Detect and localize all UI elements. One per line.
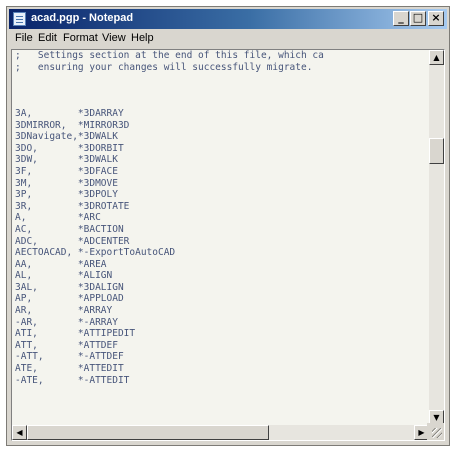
menu-view[interactable]: View [102,32,126,44]
text-line: 3DW, *3DWALK [15,154,118,166]
title-bar[interactable]: acad.pgp - Notepad _ □ × [9,9,447,29]
window-title: acad.pgp - Notepad [31,12,134,24]
text-line: 3M, *3DMOVE [15,177,118,189]
text-line: 3P, *3DPOLY [15,189,118,201]
text-line: ; Settings section at the end of this fi… [15,50,324,61]
editor-text[interactable]: ; Settings section at the end of this fi… [15,50,429,414]
horizontal-scroll-thumb[interactable] [27,425,269,440]
text-line: ; ensuring your changes will successfull… [15,61,313,73]
text-line: 3R, *3DROTATE [15,200,130,212]
minimize-button[interactable]: _ [393,11,409,26]
notepad-window: acad.pgp - Notepad _ □ × File Edit Forma… [6,6,450,446]
text-line: ATE, *ATTEDIT [15,363,124,375]
scroll-up-icon[interactable]: ▲ [429,50,444,65]
maximize-button[interactable]: □ [410,11,426,26]
text-line: 3DNavigate,*3DWALK [15,131,118,143]
notepad-icon[interactable] [13,12,26,26]
size-grip[interactable] [427,423,444,440]
text-editor[interactable]: ; Settings section at the end of this fi… [11,49,445,441]
text-line [15,96,429,108]
menu-edit[interactable]: Edit [38,32,57,44]
scroll-left-icon[interactable]: ◀ [12,425,27,440]
text-line: A, *ARC [15,212,101,224]
text-line: -AR, *-ARRAY [15,316,118,328]
menu-bar: File Edit Format View Help [9,30,447,48]
text-line: -ATE, *-ATTEDIT [15,374,130,386]
text-line: ATT, *ATTDEF [15,339,118,351]
text-line: ADC, *ADCENTER [15,235,130,247]
vertical-scrollbar[interactable]: ▲ ▼ [429,50,444,425]
text-line: 3A, *3DARRAY [15,107,124,119]
menu-file[interactable]: File [15,32,33,44]
text-line [15,85,429,97]
text-line: ATI, *ATTIPEDIT [15,328,136,340]
text-line: 3DMIRROR, *MIRROR3D [15,119,130,131]
text-line: 3AL, *3DALIGN [15,281,124,293]
text-line: AECTOACAD, *-ExportToAutoCAD [15,247,176,259]
text-line: AC, *BACTION [15,223,124,235]
text-line: AA, *AREA [15,258,107,270]
text-line: AP, *APPLOAD [15,293,124,305]
text-line: AL, *ALIGN [15,270,113,282]
vertical-scroll-thumb[interactable] [429,138,444,164]
menu-help[interactable]: Help [131,32,154,44]
text-line [15,73,429,85]
text-line: -ATT, *-ATTDEF [15,351,124,363]
horizontal-scrollbar[interactable]: ◀ ▶ [12,425,429,440]
menu-format[interactable]: Format [63,32,98,44]
close-button[interactable]: × [428,11,444,26]
text-line: AR, *ARRAY [15,305,113,317]
text-line: 3DO, *3DORBIT [15,142,124,154]
text-line: 3F, *3DFACE [15,165,118,177]
